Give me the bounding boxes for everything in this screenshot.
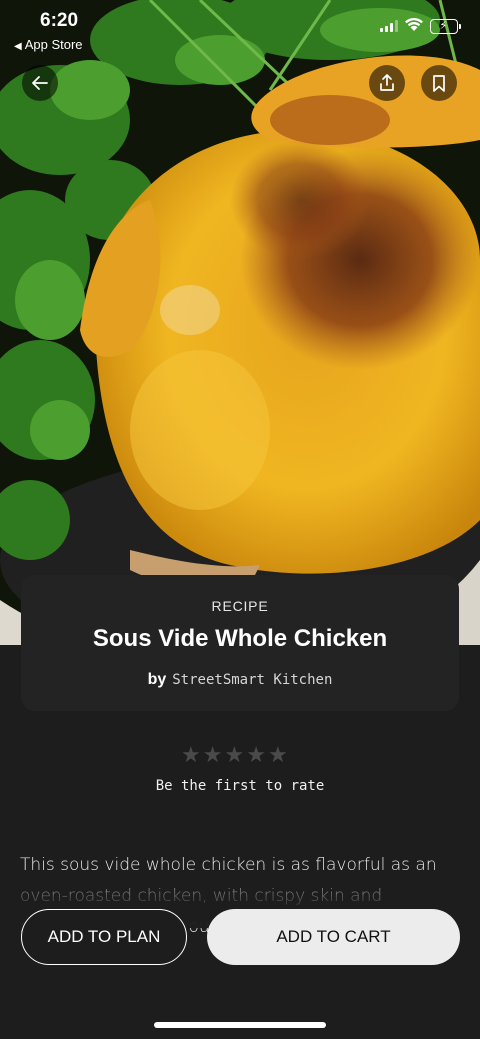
star-icon[interactable]: ★ xyxy=(224,745,244,767)
hero-image xyxy=(0,0,480,645)
cellular-signal-icon xyxy=(380,20,398,32)
star-icon[interactable]: ★ xyxy=(203,745,223,767)
recipe-title: Sous Vide Whole Chicken xyxy=(92,625,388,652)
back-button[interactable] xyxy=(22,65,58,101)
star-icon[interactable]: ★ xyxy=(268,745,288,767)
author-link[interactable]: StreetSmart Kitchen xyxy=(172,672,332,688)
back-triangle-icon: ◀ xyxy=(14,41,22,52)
recipe-title-card: RECIPE Sous Vide Whole Chicken by StreetS… xyxy=(21,575,459,711)
status-time: 6:20 xyxy=(40,10,79,31)
add-to-cart-button[interactable]: ADD TO CART xyxy=(207,909,460,965)
share-button[interactable] xyxy=(369,65,405,101)
rating-prompt: Be the first to rate xyxy=(155,778,325,794)
back-to-app-link[interactable]: ◀ App Store xyxy=(14,37,83,52)
bookmark-button[interactable] xyxy=(421,65,457,101)
chicken-photo-art xyxy=(0,0,480,645)
recipe-byline: by StreetSmart Kitchen xyxy=(21,670,459,689)
star-rating[interactable]: ★ ★ ★ ★ ★ xyxy=(181,745,288,767)
add-to-plan-button[interactable]: ADD TO PLAN xyxy=(21,909,187,965)
status-bar: 6:20 ◀ App Store ⚡ xyxy=(0,0,480,56)
back-to-app-label: App Store xyxy=(24,37,83,52)
byline-label: by xyxy=(147,671,167,688)
battery-charging-icon: ⚡ xyxy=(430,19,461,34)
home-indicator[interactable] xyxy=(154,1022,326,1028)
wifi-icon xyxy=(404,16,424,36)
star-icon[interactable]: ★ xyxy=(246,745,266,767)
star-icon[interactable]: ★ xyxy=(181,745,201,767)
arrow-left-icon xyxy=(32,76,48,90)
bookmark-icon xyxy=(433,75,445,92)
recipe-kicker: RECIPE xyxy=(211,598,269,614)
share-upload-icon xyxy=(380,74,394,91)
